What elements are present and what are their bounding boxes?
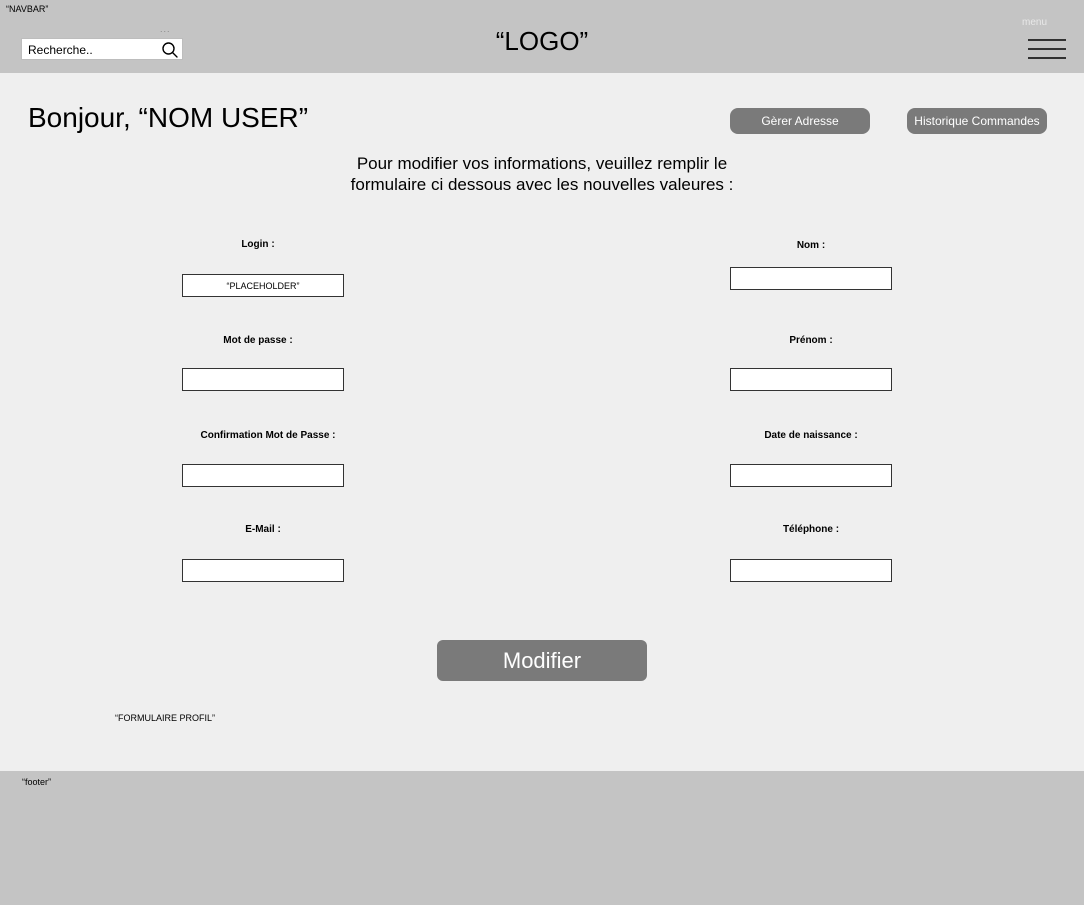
prenom-input[interactable]	[730, 368, 892, 391]
navbar-tag: “NAVBAR”	[6, 4, 49, 14]
email-label: E-Mail :	[245, 524, 281, 535]
footer-tag: “footer”	[22, 777, 52, 787]
manage-address-button[interactable]: Gèrer Adresse	[730, 108, 870, 134]
birthdate-label: Date de naissance :	[764, 430, 858, 441]
page-title: Bonjour, “NOM USER”	[28, 102, 309, 133]
password-confirm-input[interactable]	[182, 464, 344, 487]
hamburger-menu-icon[interactable]	[1028, 38, 1066, 60]
prenom-label: Prénom :	[789, 335, 833, 346]
navbar: “NAVBAR” ... “LOGO” menu	[0, 0, 1084, 73]
footer: “footer”	[0, 771, 1084, 905]
menu-label: menu	[1022, 17, 1048, 28]
login-label: Login :	[241, 239, 275, 250]
password-label: Mot de passe :	[223, 335, 293, 346]
order-history-button[interactable]: Historique Commandes	[907, 108, 1047, 134]
phone-input[interactable]	[730, 559, 892, 582]
login-input[interactable]	[182, 274, 344, 297]
phone-label: Téléphone :	[782, 524, 840, 535]
birthdate-input[interactable]	[730, 464, 892, 487]
nom-input[interactable]	[730, 267, 892, 290]
form-tag: “FORMULAIRE PROFIL”	[115, 713, 216, 723]
password-input[interactable]	[182, 368, 344, 391]
password-confirm-label: Confirmation Mot de Passe :	[200, 430, 336, 441]
email-input[interactable]	[182, 559, 344, 582]
form-intro-text: Pour modifier vos informations, veuillez…	[350, 154, 734, 194]
nom-label: Nom :	[796, 240, 826, 251]
modify-submit-button[interactable]: Modifier	[437, 640, 647, 681]
logo[interactable]: “LOGO”	[0, 26, 1084, 57]
